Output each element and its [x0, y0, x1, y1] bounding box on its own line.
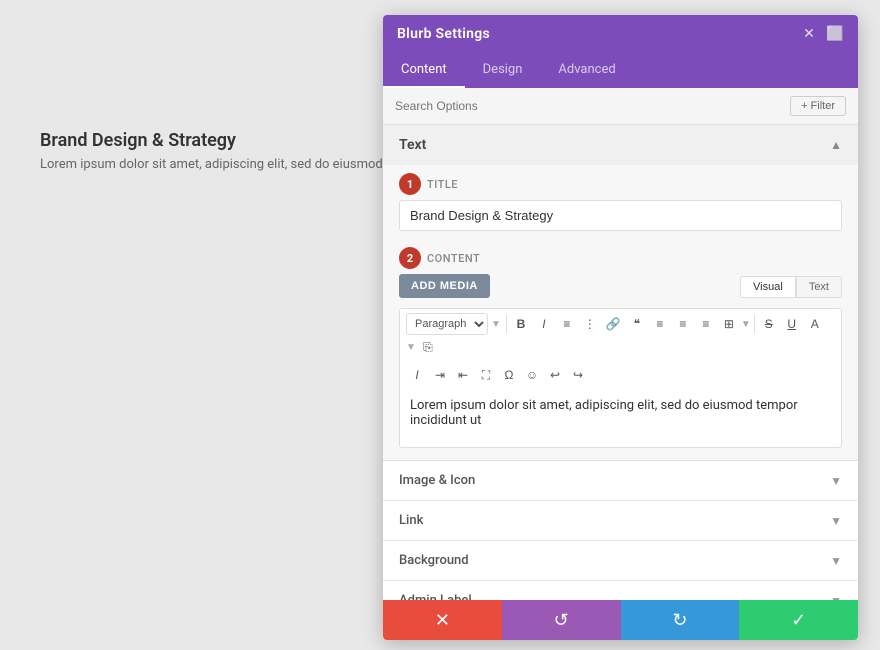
content-field: 2 Content ADD MEDIA Visual Text: [383, 243, 858, 460]
redo-icon: ↻: [672, 610, 687, 631]
link-section-title: Link: [399, 513, 423, 528]
panel-header: Blurb Settings ✕ ⬜: [383, 15, 858, 53]
search-bar: + Filter: [383, 88, 858, 125]
title-label: Title: [427, 178, 458, 191]
admin-label-section-header[interactable]: Admin Label ▼: [383, 581, 858, 600]
cancel-icon: ✕: [435, 610, 450, 631]
text-tab[interactable]: Text: [796, 276, 842, 298]
modal-overlay: Blurb Settings ✕ ⬜ Content Design Advanc…: [0, 0, 880, 650]
blurb-settings-panel: Blurb Settings ✕ ⬜ Content Design Advanc…: [383, 15, 858, 640]
italic-button[interactable]: I: [533, 313, 555, 335]
image-icon-section-title: Image & Icon: [399, 473, 475, 488]
link-button[interactable]: 🔗: [602, 313, 625, 335]
panel-footer: ✕ ↺ ↻ ✓: [383, 600, 858, 640]
panel-tabs: Content Design Advanced: [383, 53, 858, 88]
ordered-list-button[interactable]: ⋮: [579, 313, 601, 335]
cancel-button[interactable]: ✕: [383, 600, 502, 640]
emoji-button[interactable]: ☺: [521, 364, 543, 386]
link-section: Link ▼: [383, 501, 858, 541]
step-2-badge: 2: [399, 247, 421, 269]
italic2-button[interactable]: I: [406, 364, 428, 386]
align-right-button[interactable]: ≡: [695, 313, 717, 335]
add-media-button[interactable]: ADD MEDIA: [399, 274, 490, 298]
outdent-button[interactable]: ⇤: [452, 364, 474, 386]
paragraph-select[interactable]: Paragraph Heading 1 Heading 2: [406, 313, 488, 335]
toolbar-divider-1: [506, 315, 507, 333]
visual-tab[interactable]: Visual: [740, 276, 796, 298]
unordered-list-button[interactable]: ≡: [556, 313, 578, 335]
text-section: Text ▲ 1 Title 2 Content: [383, 125, 858, 461]
reset-button[interactable]: ↺: [502, 600, 621, 640]
tab-content[interactable]: Content: [383, 53, 465, 88]
redo-toolbar-button[interactable]: ↪: [567, 364, 589, 386]
link-section-header[interactable]: Link ▼: [383, 501, 858, 540]
editor-content: Lorem ipsum dolor sit amet, adipiscing e…: [410, 398, 798, 428]
save-icon: ✓: [791, 610, 806, 631]
text-color-button[interactable]: A: [804, 313, 826, 335]
step-1-badge: 1: [399, 173, 421, 195]
admin-label-section: Admin Label ▼: [383, 581, 858, 600]
underline-button[interactable]: U: [781, 313, 803, 335]
reset-icon: ↺: [554, 610, 569, 631]
image-icon-chevron: ▼: [830, 474, 842, 488]
align-left-button[interactable]: ≡: [649, 313, 671, 335]
strikethrough-button[interactable]: S: [758, 313, 780, 335]
blockquote-button[interactable]: ❝: [626, 313, 648, 335]
editor-area[interactable]: Lorem ipsum dolor sit amet, adipiscing e…: [399, 388, 842, 448]
indent-button[interactable]: ⇥: [429, 364, 451, 386]
table-button[interactable]: ⊞: [718, 313, 740, 335]
background-chevron: ▼: [830, 554, 842, 568]
title-input[interactable]: [399, 200, 842, 231]
editor-toolbar-row1: Paragraph Heading 1 Heading 2 ▼ B I ≡ ⋮ …: [399, 308, 842, 362]
tab-advanced[interactable]: Advanced: [540, 53, 633, 88]
background-section-header[interactable]: Background ▼: [383, 541, 858, 580]
panel-content: Text ▲ 1 Title 2 Content: [383, 125, 858, 600]
search-input[interactable]: [395, 99, 790, 113]
background-section: Background ▼: [383, 541, 858, 581]
redo-button[interactable]: ↻: [621, 600, 740, 640]
fullscreen-button[interactable]: ⛶: [475, 364, 497, 386]
bold-button[interactable]: B: [510, 313, 532, 335]
toolbar-divider-2: [754, 315, 755, 333]
omega-button[interactable]: Ω: [498, 364, 520, 386]
undo-button[interactable]: ↩: [544, 364, 566, 386]
image-icon-section: Image & Icon ▼: [383, 461, 858, 501]
panel-title: Blurb Settings: [397, 26, 490, 42]
admin-label-section-title: Admin Label: [399, 593, 472, 600]
background-section-title: Background: [399, 553, 469, 568]
copy-button[interactable]: ⎘: [417, 336, 439, 358]
text-section-chevron: ▲: [830, 138, 842, 152]
editor-tabs: Visual Text: [740, 276, 842, 298]
panel-header-icons: ✕ ⬜: [800, 25, 844, 43]
save-button[interactable]: ✓: [739, 600, 858, 640]
image-icon-section-header[interactable]: Image & Icon ▼: [383, 461, 858, 500]
title-field: 1 Title: [383, 165, 858, 243]
link-chevron: ▼: [830, 514, 842, 528]
align-center-button[interactable]: ≡: [672, 313, 694, 335]
text-section-header[interactable]: Text ▲: [383, 125, 858, 165]
text-section-title: Text: [399, 137, 426, 153]
tab-design[interactable]: Design: [465, 53, 541, 88]
editor-toolbar-row2: I ⇥ ⇤ ⛶ Ω ☺ ↩ ↪: [399, 362, 842, 388]
content-label: Content: [427, 252, 480, 265]
close-icon[interactable]: ✕: [800, 25, 818, 43]
filter-button[interactable]: + Filter: [790, 96, 846, 116]
expand-icon[interactable]: ⬜: [826, 25, 844, 43]
